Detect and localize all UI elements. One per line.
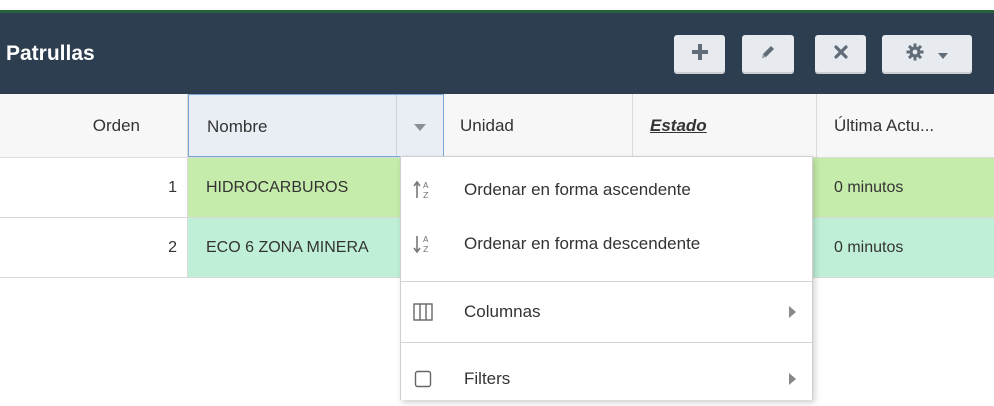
svg-text:Z: Z — [423, 191, 429, 200]
settings-button[interactable] — [882, 35, 972, 74]
caret-down-icon — [938, 46, 948, 64]
cell-orden: 1 — [0, 158, 188, 217]
column-header-orden[interactable]: Orden — [0, 94, 188, 157]
delete-button[interactable] — [815, 35, 866, 74]
column-header-unidad[interactable]: Unidad — [444, 94, 633, 157]
svg-text:Z: Z — [423, 245, 429, 254]
menu-item-label: Ordenar en forma descendente — [464, 234, 701, 253]
grid-header: Orden Nombre Unidad Estado Última Actu..… — [0, 94, 994, 158]
sort-descending-icon: A Z — [412, 233, 434, 255]
gear-icon — [906, 43, 924, 66]
cell-ultima-actualizacion: 0 minutos — [817, 218, 994, 277]
plus-icon — [691, 43, 709, 66]
svg-text:A: A — [423, 235, 429, 244]
submenu-arrow-icon — [789, 306, 796, 318]
menu-item-filters[interactable]: Filters — [401, 352, 812, 406]
submenu-arrow-icon — [789, 373, 796, 385]
top-accent-bar — [0, 0, 994, 13]
column-header-nombre-label: Nombre — [207, 117, 268, 136]
cell-ultima-actualizacion: 0 minutos — [817, 158, 994, 217]
menu-divider — [401, 281, 812, 282]
menu-divider — [401, 342, 812, 343]
column-header-estado[interactable]: Estado — [633, 94, 817, 157]
add-button[interactable] — [674, 35, 725, 74]
menu-item-label: Filters — [464, 369, 511, 388]
edit-button[interactable] — [742, 35, 794, 74]
panel-title: Patrullas — [6, 42, 95, 65]
checkbox-icon — [412, 368, 434, 390]
close-icon — [833, 44, 849, 65]
menu-item-sort-ascending[interactable]: A Z Ordenar en forma ascendente — [401, 163, 812, 217]
menu-item-columns[interactable]: Columnas — [401, 285, 812, 339]
menu-item-sort-descending[interactable]: A Z Ordenar en forma descendente — [401, 217, 812, 271]
caret-down-icon — [414, 94, 426, 157]
column-header-nombre[interactable]: Nombre — [188, 94, 444, 157]
menu-item-label: Columnas — [464, 302, 541, 321]
column-header-ultima-actualizacion[interactable]: Última Actu... — [817, 94, 994, 157]
pencil-icon — [759, 43, 777, 66]
column-menu: A Z Ordenar en forma ascendente A Z Orde… — [400, 156, 813, 400]
columns-icon — [412, 301, 434, 323]
svg-text:A: A — [423, 181, 429, 190]
column-menu-toggle[interactable] — [396, 95, 443, 156]
panel-header: Patrullas — [0, 13, 994, 94]
menu-item-label: Ordenar en forma ascendente — [464, 180, 691, 199]
sort-ascending-icon: A Z — [412, 179, 434, 201]
cell-orden: 2 — [0, 218, 188, 277]
